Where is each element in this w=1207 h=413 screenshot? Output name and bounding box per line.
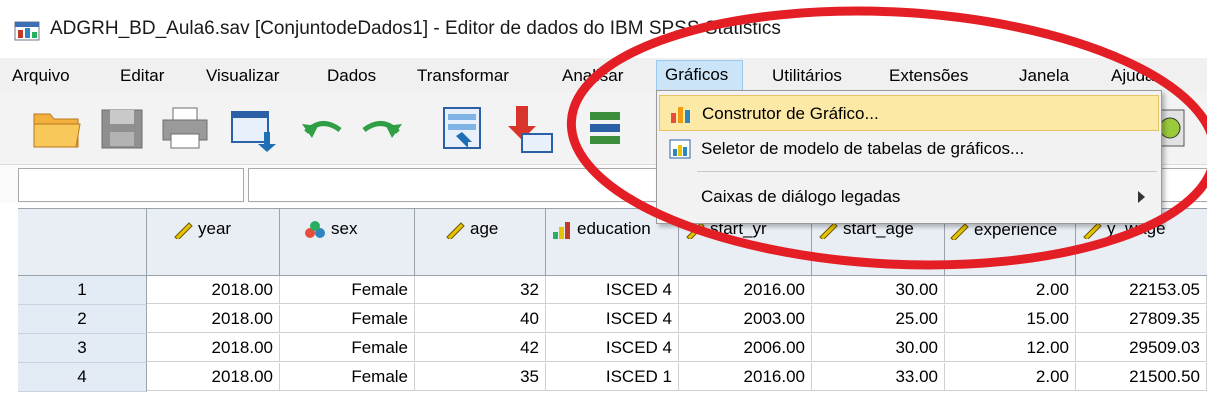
table-cell[interactable]: Female xyxy=(280,305,415,333)
table-cell[interactable]: 42 xyxy=(415,334,546,362)
menu-item-label: Construtor de Gráfico... xyxy=(702,104,879,123)
column-label: sex xyxy=(331,219,358,238)
table-cell[interactable]: 2018.00 xyxy=(147,305,280,333)
table-cell[interactable]: Female xyxy=(280,363,415,391)
table-cell[interactable]: 2003.00 xyxy=(679,305,812,333)
graphboard-icon xyxy=(669,139,691,159)
table-cell[interactable]: 40 xyxy=(415,305,546,333)
table-cell[interactable]: 21500.50 xyxy=(1076,363,1207,391)
table-cell[interactable]: 32 xyxy=(415,276,546,304)
row-header[interactable]: 4 xyxy=(18,363,147,392)
table-cell[interactable]: 35 xyxy=(415,363,546,391)
menu-graficos[interactable]: Gráficos xyxy=(656,60,744,92)
scale-ruler-icon xyxy=(174,221,193,239)
menu-item-label: Caixas de diálogo legadas xyxy=(701,187,901,206)
column-label: education xyxy=(577,219,651,238)
menu-item-label: Seletor de modelo de tabelas de gráficos… xyxy=(701,139,1025,158)
menu-extensoes[interactable]: Extensões xyxy=(885,64,972,88)
table-cell[interactable]: 29509.03 xyxy=(1076,334,1207,362)
goto-case-icon[interactable] xyxy=(436,102,490,154)
redo-icon[interactable] xyxy=(354,102,408,154)
row-header[interactable]: 2 xyxy=(18,305,147,334)
table-cell[interactable]: 30.00 xyxy=(812,276,945,304)
row-header[interactable]: 1 xyxy=(18,276,147,305)
open-folder-icon[interactable] xyxy=(30,102,84,154)
menu-dados[interactable]: Dados xyxy=(323,64,380,88)
table-cell[interactable]: 2.00 xyxy=(945,363,1076,391)
table-cell[interactable]: ISCED 1 xyxy=(546,363,679,391)
save-icon[interactable] xyxy=(96,102,150,154)
chart-builder-icon xyxy=(671,107,690,123)
menu-ajuda[interactable]: Ajuda xyxy=(1107,64,1158,88)
table-cell[interactable]: ISCED 4 xyxy=(546,334,679,362)
table-cell[interactable]: 2006.00 xyxy=(679,334,812,362)
column-header-year[interactable]: year xyxy=(147,209,280,276)
table-cell[interactable]: 12.00 xyxy=(945,334,1076,362)
variables-icon[interactable] xyxy=(584,102,638,154)
menu-item-chart-builder[interactable]: Construtor de Gráfico... xyxy=(659,95,1159,131)
title-bar: ADGRH_BD_Aula6.sav [ConjuntodeDados1] - … xyxy=(0,0,1207,58)
window-title: ADGRH_BD_Aula6.sav [ConjuntodeDados1] - … xyxy=(50,18,781,39)
graficos-dropdown-menu: Construtor de Gráfico... Seletor de mode… xyxy=(656,90,1162,224)
ordinal-icon xyxy=(553,221,570,239)
table-cell[interactable]: 33.00 xyxy=(812,363,945,391)
table-cell[interactable]: 25.00 xyxy=(812,305,945,333)
grid-corner[interactable] xyxy=(18,209,147,276)
scale-ruler-icon xyxy=(446,221,465,239)
nominal-icon xyxy=(305,220,325,238)
print-icon[interactable] xyxy=(158,102,212,154)
table-cell[interactable]: 2018.00 xyxy=(147,363,280,391)
table-cell[interactable]: 22153.05 xyxy=(1076,276,1207,304)
menu-visualizar[interactable]: Visualizar xyxy=(202,64,283,88)
column-label: year xyxy=(198,219,232,238)
table-cell[interactable]: 2016.00 xyxy=(679,363,812,391)
menu-janela[interactable]: Janela xyxy=(1015,64,1073,88)
table-cell[interactable]: 15.00 xyxy=(945,305,1076,333)
dialog-recall-icon[interactable] xyxy=(226,102,280,154)
table-cell[interactable]: 2.00 xyxy=(945,276,1076,304)
scale-ruler-icon xyxy=(950,222,969,240)
table-cell[interactable]: 2018.00 xyxy=(147,334,280,362)
table-cell[interactable]: ISCED 4 xyxy=(546,276,679,304)
cell-reference-field[interactable] xyxy=(18,168,244,202)
undo-icon[interactable] xyxy=(296,102,350,154)
goto-variable-icon[interactable] xyxy=(502,102,556,154)
menu-utilitarios[interactable]: Utilitários xyxy=(768,64,846,88)
column-label: age xyxy=(470,219,499,238)
data-grid: year sex age education start_yr start_ag… xyxy=(18,208,1207,413)
table-cell[interactable]: 2016.00 xyxy=(679,276,812,304)
menu-arquivo[interactable]: Arquivo xyxy=(8,64,74,88)
menu-editar[interactable]: Editar xyxy=(116,64,168,88)
menu-bar: Arquivo Editar Visualizar Dados Transfor… xyxy=(0,58,1207,93)
row-header[interactable]: 3 xyxy=(18,334,147,363)
menu-transformar[interactable]: Transformar xyxy=(413,64,513,88)
table-cell[interactable]: Female xyxy=(280,334,415,362)
table-cell[interactable]: 30.00 xyxy=(812,334,945,362)
menu-separator xyxy=(697,171,1157,172)
spss-app-icon xyxy=(14,21,40,41)
table-cell[interactable]: ISCED 4 xyxy=(546,305,679,333)
submenu-arrow-icon xyxy=(1138,191,1145,203)
column-header-age[interactable]: age xyxy=(415,209,546,276)
column-header-sex[interactable]: sex xyxy=(280,209,415,276)
menu-item-graphboard-template-chooser[interactable]: Seletor de modelo de tabelas de gráficos… xyxy=(659,131,1159,167)
table-cell[interactable]: 27809.35 xyxy=(1076,305,1207,333)
table-cell[interactable]: 2018.00 xyxy=(147,276,280,304)
menu-analisar[interactable]: Analisar xyxy=(558,64,627,88)
table-cell[interactable]: Female xyxy=(280,276,415,304)
menu-item-legacy-dialogs[interactable]: Caixas de diálogo legadas xyxy=(659,179,1159,215)
